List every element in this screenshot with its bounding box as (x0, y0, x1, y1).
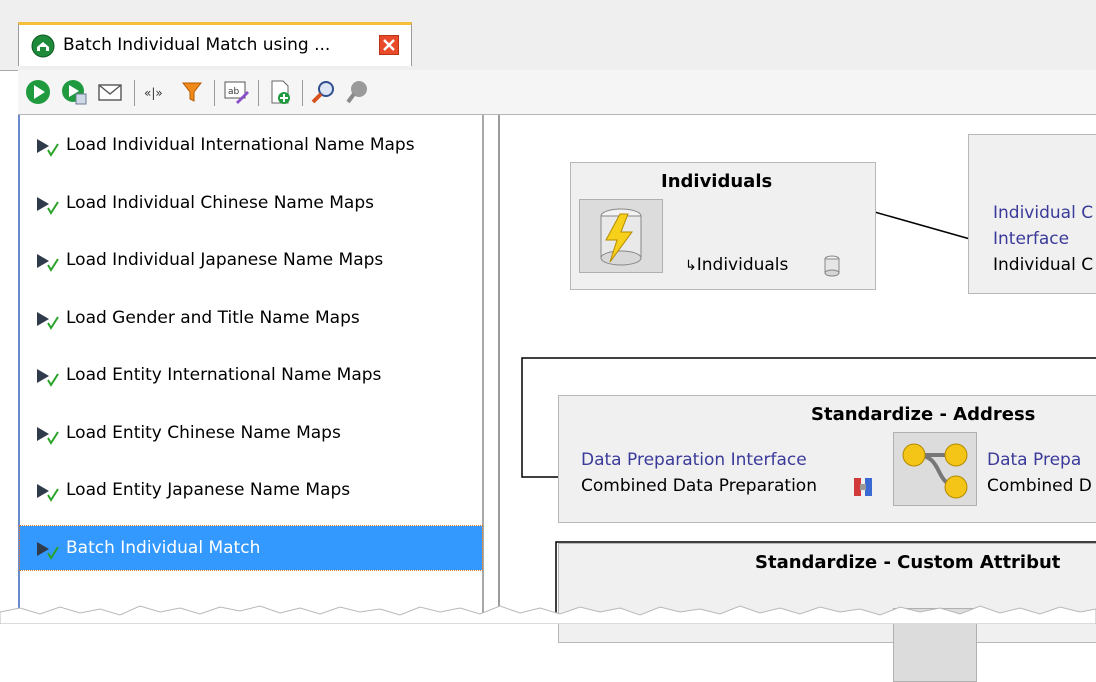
job-list-item[interactable]: Load Individual International Name Maps (20, 123, 482, 167)
job-status-icon (34, 251, 60, 273)
job-label: Load Individual Japanese Name Maps (66, 250, 383, 270)
interface-link-line1[interactable]: Individual C (993, 203, 1093, 223)
data-prep-icon (853, 476, 873, 502)
job-status-icon (34, 366, 60, 388)
job-label: Batch Individual Match (66, 538, 260, 558)
job-status-icon (34, 136, 60, 158)
torn-edge (0, 598, 1096, 624)
filter-icon[interactable] (178, 78, 206, 106)
job-list-item[interactable]: Load Individual Chinese Name Maps (20, 181, 482, 225)
edit-label-icon[interactable]: ab (222, 78, 250, 106)
address-output-link[interactable]: Data Prepa (987, 450, 1081, 470)
tab-title: Batch Individual Match using ... (63, 35, 330, 55)
job-list-item[interactable]: Load Gender and Title Name Maps (20, 296, 482, 340)
zoom-disabled-icon (344, 78, 372, 106)
job-status-icon (34, 309, 60, 331)
node-title: Standardize - Custom Attribut (755, 552, 1060, 573)
interface-text: Individual C (993, 255, 1093, 275)
job-label: Load Individual Chinese Name Maps (66, 193, 374, 213)
svg-text:«|»: «|» (144, 86, 163, 100)
job-status-icon (34, 481, 60, 503)
job-list-item[interactable]: Load Entity Chinese Name Maps (20, 411, 482, 455)
interface-link-line2[interactable]: Interface (993, 229, 1069, 249)
standardize-icon (893, 432, 977, 506)
process-canvas[interactable]: Individuals ↳Individuals Individual C In… (498, 115, 1096, 624)
name-interface-node[interactable]: Individual C Interface Individual C (968, 134, 1096, 294)
database-icon (823, 255, 841, 281)
svg-text:ab: ab (228, 87, 240, 97)
address-input-text: Combined Data Preparation (581, 476, 817, 496)
standardize-custom-node[interactable]: Standardize - Custom Attribut (558, 543, 1096, 643)
standardize-address-node[interactable]: Standardize - Address Data Preparation I… (558, 395, 1096, 523)
tab-strip: Batch Individual Match using ... (0, 0, 1096, 71)
add-job-icon[interactable] (266, 78, 294, 106)
job-status-icon (34, 194, 60, 216)
mail-icon[interactable] (96, 78, 124, 106)
job-label: Load Entity Japanese Name Maps (66, 480, 350, 500)
collapse-icon[interactable]: «|» (142, 78, 170, 106)
toolbar: «|» ab (18, 70, 1096, 115)
node-title: Standardize - Address (811, 404, 1035, 425)
job-list-item[interactable]: Batch Individual Match (20, 526, 482, 570)
job-label: Load Entity International Name Maps (66, 365, 381, 385)
individuals-output: ↳Individuals (685, 255, 788, 275)
database-lightning-icon (579, 199, 663, 273)
job-label: Load Entity Chinese Name Maps (66, 423, 341, 443)
close-icon[interactable] (379, 35, 399, 55)
job-status-icon (34, 424, 60, 446)
job-list-panel: Load Individual International Name Maps L… (18, 115, 484, 624)
job-list-item[interactable]: Load Individual Japanese Name Maps (20, 238, 482, 282)
job-list-item[interactable]: Load Entity International Name Maps (20, 353, 482, 397)
job-label: Load Gender and Title Name Maps (66, 308, 360, 328)
job-list-item[interactable]: Load Entity Japanese Name Maps (20, 468, 482, 512)
job-label: Load Individual International Name Maps (66, 135, 415, 155)
run-options-icon[interactable] (60, 78, 88, 106)
flow-icon (31, 34, 55, 62)
editor-tab[interactable]: Batch Individual Match using ... (18, 22, 412, 66)
zoom-icon[interactable] (310, 78, 338, 106)
job-status-icon (34, 539, 60, 561)
node-title: Individuals (661, 171, 772, 192)
connector-individuals (864, 209, 970, 239)
individuals-node[interactable]: Individuals ↳Individuals (570, 162, 876, 290)
address-input-link[interactable]: Data Preparation Interface (581, 450, 807, 470)
address-output-text: Combined D (987, 476, 1092, 496)
run-icon[interactable] (24, 78, 52, 106)
